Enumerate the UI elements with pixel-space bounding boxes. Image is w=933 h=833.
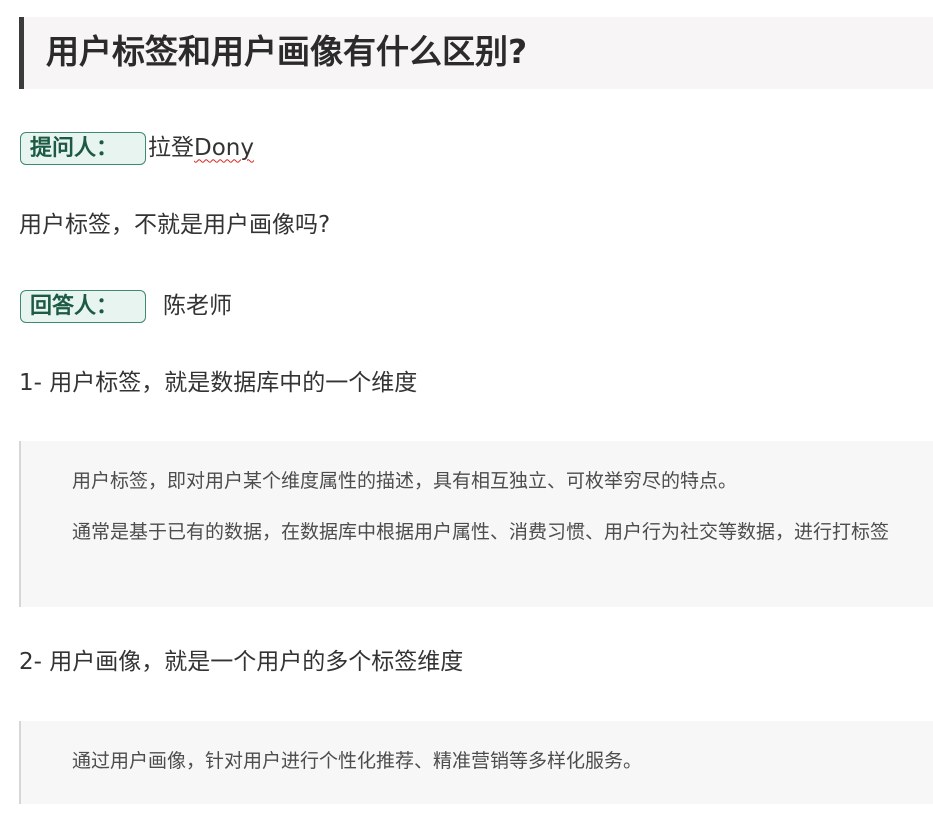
title-block: 用户标签和用户画像有什么区别? — [19, 17, 933, 89]
asker-name: 拉登Dony — [148, 132, 254, 165]
section2-quote-line1: 通过用户画像，针对用户进行个性化推荐、精准营销等多样化服务。 — [72, 750, 643, 772]
asker-row: 提问人： 拉登Dony — [20, 130, 254, 166]
asker-badge: 提问人： — [20, 131, 146, 165]
section2-heading: 2- 用户画像，就是一个用户的多个标签维度 — [19, 649, 464, 675]
asker-name-suffix: Dony — [194, 134, 254, 161]
section2-quote: 通过用户画像，针对用户进行个性化推荐、精准营销等多样化服务。 — [19, 721, 933, 804]
section1-quote-line1: 用户标签，即对用户某个维度属性的描述，具有相互独立、可枚举穷尽的特点。 — [72, 470, 738, 492]
question-text: 用户标签，不就是用户画像吗? — [19, 212, 331, 238]
section1-quote: 用户标签，即对用户某个维度属性的描述，具有相互独立、可枚举穷尽的特点。 通常是基… — [19, 441, 933, 607]
answerer-row: 回答人： 陈老师 — [20, 288, 232, 324]
asker-name-prefix: 拉登 — [148, 134, 194, 161]
answerer-badge: 回答人： — [20, 289, 146, 323]
answerer-name: 陈老师 — [163, 292, 232, 319]
page-title: 用户标签和用户画像有什么区别? — [46, 32, 528, 71]
section1-heading: 1- 用户标签，就是数据库中的一个维度 — [19, 370, 418, 396]
section1-quote-line2: 通常是基于已有的数据，在数据库中根据用户属性、消费习惯、用户行为社交等数据，进行… — [72, 521, 890, 543]
